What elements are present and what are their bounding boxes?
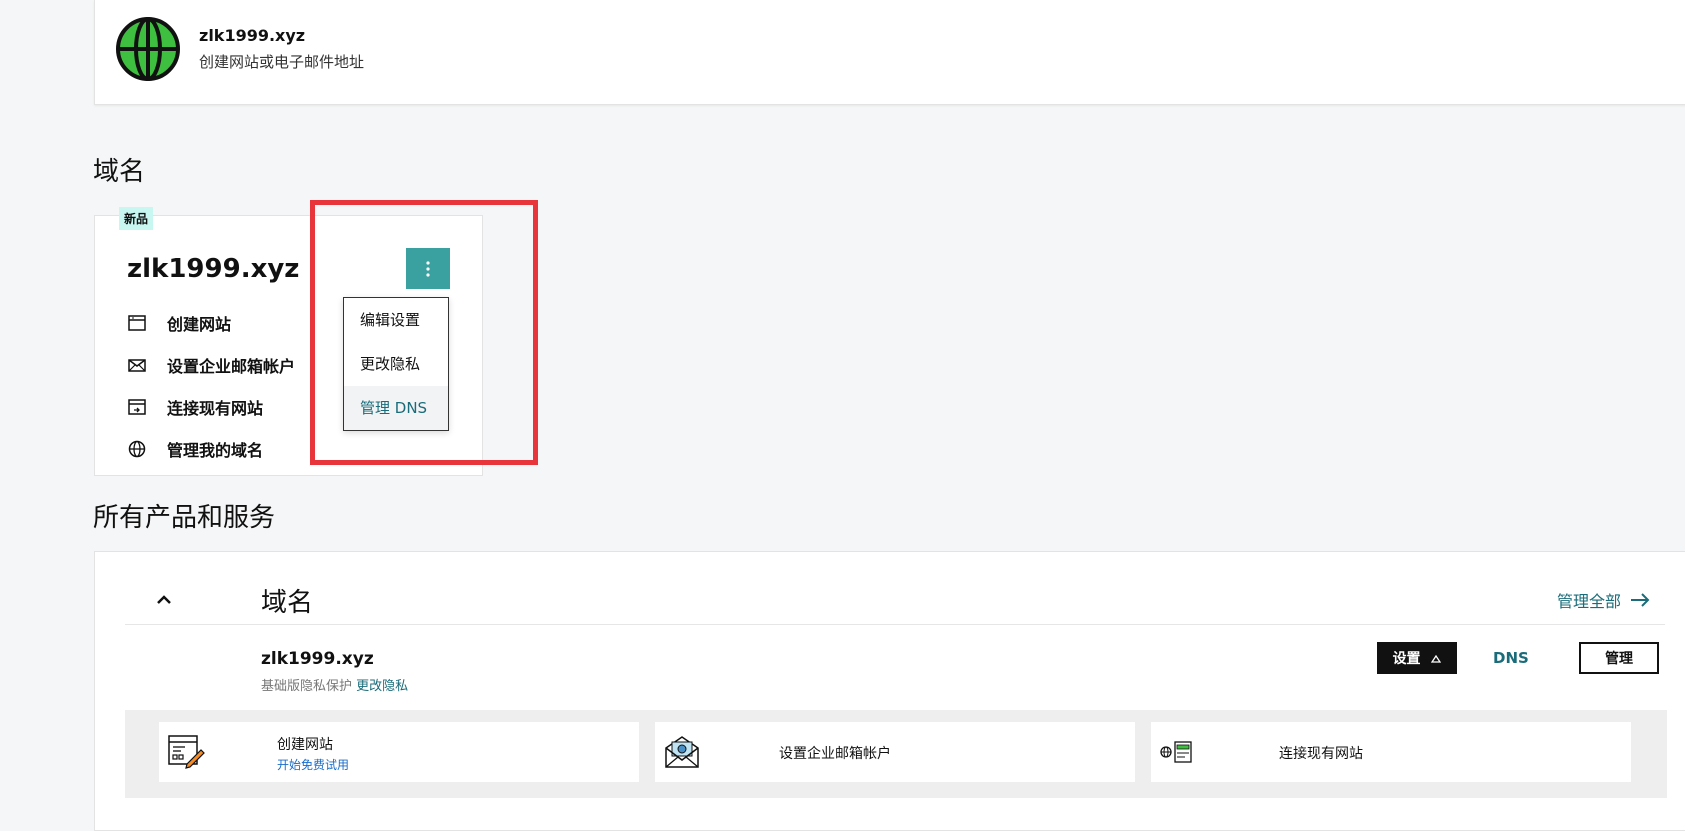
products-card: 域名 管理全部 zlk1999.xyz 基础版隐私保护 更改隐私 设置 DNS … xyxy=(94,551,1685,831)
email-icon xyxy=(665,736,699,768)
globe-icon xyxy=(128,440,146,458)
settings-button[interactable]: 设置 xyxy=(1377,642,1457,674)
action-manage-domain[interactable]: 管理我的域名 xyxy=(127,437,263,461)
category-domains-heading: 域名 xyxy=(261,588,314,618)
tile-sub-link[interactable]: 开始免费试用 xyxy=(277,756,349,773)
action-connect-website[interactable]: 连接现有网站 xyxy=(127,395,263,419)
divider xyxy=(125,624,1665,625)
menu-item-edit-settings[interactable]: 编辑设置 xyxy=(344,298,448,342)
menu-item-manage-dns[interactable]: 管理 DNS xyxy=(344,386,448,430)
action-label: 管理我的域名 xyxy=(167,441,264,460)
envelope-icon xyxy=(128,359,146,372)
manage-all-label: 管理全部 xyxy=(1557,592,1622,611)
summary-subtitle: 创建网站或电子邮件地址 xyxy=(199,53,365,71)
all-products-heading: 所有产品和服务 xyxy=(93,503,276,533)
tile-label: 连接现有网站 xyxy=(1279,746,1363,762)
domain-name: zlk1999.xyz xyxy=(127,254,300,284)
dns-button[interactable]: DNS xyxy=(1493,649,1529,667)
new-badge: 新品 xyxy=(119,207,154,230)
tile-label: 设置企业邮箱帐户 xyxy=(779,746,891,762)
more-options-button[interactable] xyxy=(406,248,450,289)
action-label: 连接现有网站 xyxy=(167,399,264,418)
domains-heading: 域名 xyxy=(93,157,146,187)
change-privacy-link[interactable]: 更改隐私 xyxy=(356,679,408,694)
globe-icon xyxy=(116,17,180,81)
settings-label: 设置 xyxy=(1392,651,1421,667)
privacy-status: 基础版隐私保护 更改隐私 xyxy=(261,675,408,694)
action-label: 创建网站 xyxy=(167,315,232,334)
menu-item-change-privacy[interactable]: 更改隐私 xyxy=(344,342,448,386)
arrow-right-icon xyxy=(1631,593,1650,607)
browser-window-icon xyxy=(128,315,146,331)
connect-site-icon xyxy=(1160,741,1192,763)
domain-summary-card: zlk1999.xyz 创建网站或电子邮件地址 xyxy=(94,0,1685,105)
action-label: 设置企业邮箱帐户 xyxy=(167,357,296,376)
product-domain-name: zlk1999.xyz xyxy=(261,649,374,669)
kebab-menu-icon xyxy=(426,260,430,277)
chevron-up-icon[interactable] xyxy=(155,592,173,606)
caret-up-icon xyxy=(1431,654,1442,663)
tile-setup-email[interactable]: 设置企业邮箱帐户 xyxy=(655,722,1135,782)
website-builder-icon xyxy=(168,735,205,769)
action-setup-email[interactable]: 设置企业邮箱帐户 xyxy=(127,353,295,377)
tile-create-website[interactable]: 创建网站 开始免费试用 xyxy=(159,722,639,782)
tile-label: 创建网站 xyxy=(277,737,333,753)
manage-button[interactable]: 管理 xyxy=(1579,642,1659,674)
privacy-text: 基础版隐私保护 xyxy=(261,679,353,694)
tile-connect-website[interactable]: 连接现有网站 xyxy=(1151,722,1631,782)
options-dropdown-menu: 编辑设置 更改隐私 管理 DNS xyxy=(343,297,449,431)
website-connect-icon xyxy=(128,399,146,415)
summary-domain-title: zlk1999.xyz xyxy=(199,26,306,45)
manage-all-link[interactable]: 管理全部 xyxy=(1557,588,1651,612)
action-create-website[interactable]: 创建网站 xyxy=(127,311,231,335)
